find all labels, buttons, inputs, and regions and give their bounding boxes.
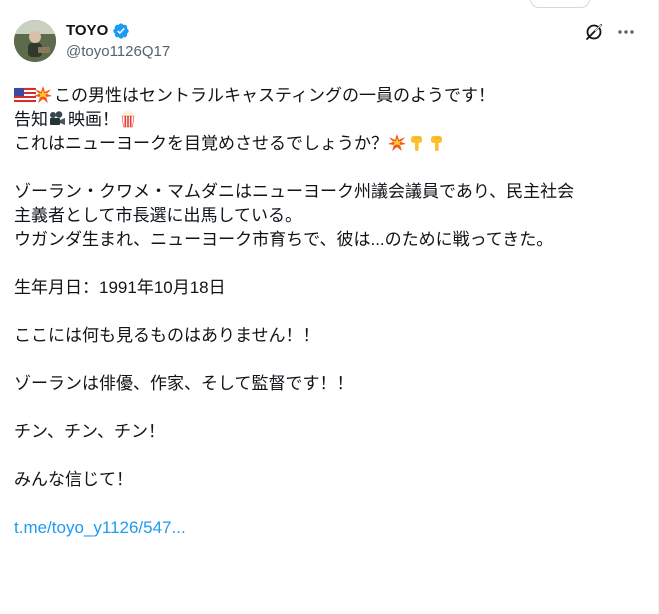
backhand-index-pointing-down-emoji	[408, 134, 426, 152]
author-name-row[interactable]: TOYO	[66, 21, 130, 41]
author-display-name[interactable]: TOYO	[66, 21, 108, 41]
tweet-line: この男性はセントラルキャスティングの一員のようです！	[13, 84, 639, 108]
more-options-icon[interactable]	[615, 22, 637, 42]
tweet-link[interactable]: t.me/toyo_y1126/547...	[14, 518, 186, 537]
tweet-line-8: ここには何も見るものはありません！！	[14, 326, 320, 345]
tweet-line-4: ゾーラン・クワメ・マムダニはニューヨーク州議会議員であり、民主社会	[14, 182, 575, 201]
tweet-line-3: これはニューヨークを目覚めさせるでしょうか？	[14, 134, 388, 153]
tweet-line-5: 主義者として市長選に出馬している。	[14, 206, 302, 225]
top-pill-button[interactable]	[530, 0, 590, 8]
collision-emoji	[388, 134, 406, 152]
movie-camera-emoji	[48, 110, 66, 128]
verified-badge-icon	[112, 22, 130, 40]
tweet-line-2b: 映画！	[68, 110, 119, 129]
tweet-link-line: t.me/toyo_y1126/547...	[14, 516, 639, 540]
avatar[interactable]	[14, 20, 56, 62]
popcorn-emoji	[119, 110, 137, 128]
collision-emoji	[34, 86, 52, 104]
tweet-line-6: ウガンダ生まれ、ニューヨーク市育ちで、彼は...のために戦ってきた。	[14, 230, 554, 249]
tweet-line-1: この男性はセントラルキャスティングの一員のようです！	[54, 86, 495, 105]
tweet-text: この男性はセントラルキャスティングの一員のようです！ 告知 映画！ これはニュー…	[13, 84, 639, 540]
tweet-line-7: 生年月日：1991年10月18日	[14, 278, 226, 297]
tweet-line-11: みんな信じて！	[14, 470, 133, 489]
tweet-line: 告知 映画！	[14, 108, 639, 132]
grok-icon[interactable]	[584, 22, 604, 42]
us-flag-emoji	[13, 86, 37, 104]
tweet-line-9: ゾーランは俳優、作家、そして監督です！！	[14, 374, 354, 393]
tweet-line-10: チン、チン、チン！	[14, 422, 165, 441]
tweet-line-2a: 告知	[14, 110, 48, 129]
tweet-line: これはニューヨークを目覚めさせるでしょうか？	[14, 132, 639, 156]
backhand-index-pointing-down-emoji	[428, 134, 446, 152]
author-handle[interactable]: @toyo1126Q17	[66, 42, 170, 62]
